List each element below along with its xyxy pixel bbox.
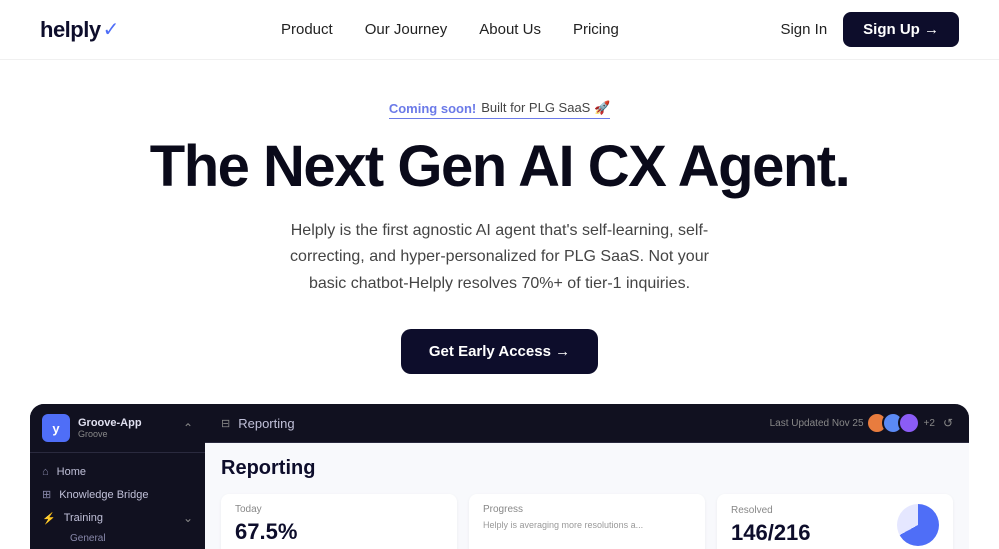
navbar: helply✓ Product Our Journey About Us Pri…: [0, 0, 999, 60]
hero-description: Helply is the first agnostic AI agent th…: [270, 218, 730, 297]
sidebar-home-label: Home: [57, 466, 86, 478]
sidebar-knowledge-label: Knowledge Bridge: [59, 489, 148, 501]
sidebar-header: y Groove-App Groove ⌃: [30, 404, 205, 453]
training-icon: ⚡: [42, 512, 56, 525]
nav-links: Product Our Journey About Us Pricing: [281, 21, 619, 38]
hero-title: The Next Gen AI CX Agent.: [150, 137, 849, 198]
sign-in-link[interactable]: Sign In: [780, 21, 827, 38]
main-body: Reporting Today 67.5% Progress Helply is…: [205, 443, 969, 549]
nav-about-us[interactable]: About Us: [479, 21, 541, 38]
sidebar-app-info: Groove-App Groove: [78, 417, 142, 439]
sidebar-item-training[interactable]: ⚡ Training ⌄: [30, 506, 205, 530]
last-updated-text: Last Updated Nov 25: [770, 418, 864, 429]
main-topbar: ⊟ Reporting Last Updated Nov 25 +2 ↺: [205, 404, 969, 443]
resolved-donut-chart: [897, 504, 939, 546]
hero-section: Coming soon! Built for PLG SaaS 🚀 The Ne…: [0, 60, 999, 404]
reporting-title: Reporting: [221, 457, 953, 480]
sidebar-nav: ⌂ Home ⊞ Knowledge Bridge ⚡ Training ⌄ G…: [30, 453, 205, 549]
nav-pricing[interactable]: Pricing: [573, 21, 619, 38]
topbar-left: ⊟ Reporting: [221, 416, 295, 431]
nav-product[interactable]: Product: [281, 21, 333, 38]
progress-desc: Helply is averaging more resolutions a..…: [483, 519, 691, 532]
sidebar: y Groove-App Groove ⌃ ⌂ Home ⊞ Knowledge…: [30, 404, 205, 549]
nav-our-journey[interactable]: Our Journey: [365, 21, 448, 38]
resolved-info: Resolved 146/216: [731, 505, 887, 546]
coming-soon-badge: Coming soon! Built for PLG SaaS 🚀: [389, 100, 610, 119]
resolved-value: 146/216: [731, 520, 887, 546]
sidebar-app-icon: y: [42, 414, 70, 442]
sidebar-item-knowledge-bridge[interactable]: ⊞ Knowledge Bridge: [30, 483, 205, 506]
sidebar-item-home[interactable]: ⌂ Home: [30, 461, 205, 483]
resolved-label: Resolved: [731, 505, 887, 516]
training-chevron-icon: ⌄: [183, 511, 193, 525]
sidebar-app-sub: Groove: [78, 429, 142, 439]
coming-soon-text: Coming soon!: [389, 101, 476, 116]
avatar-plus-count: +2: [924, 418, 935, 429]
sidebar-app-name: Groove-App: [78, 417, 142, 429]
topbar-title: Reporting: [238, 416, 294, 431]
logo-text: helply: [40, 17, 101, 43]
training-label-group: ⚡ Training: [42, 512, 103, 525]
topbar-right: Last Updated Nov 25 +2 ↺: [770, 412, 953, 434]
today-label: Today: [235, 504, 443, 515]
sidebar-chevron-icon: ⌃: [183, 421, 193, 435]
sidebar-training-label: Training: [64, 512, 103, 524]
avatar-3: [898, 412, 920, 434]
today-value: 67.5%: [235, 519, 443, 545]
progress-label: Progress: [483, 504, 691, 515]
badge-rest-text: Built for PLG SaaS 🚀: [481, 100, 610, 116]
sign-up-button[interactable]: Sign Up →: [843, 12, 959, 47]
dashboard-preview: y Groove-App Groove ⌃ ⌂ Home ⊞ Knowledge…: [30, 404, 969, 549]
sidebar-sub-items: General Guidelines: [30, 530, 205, 549]
home-icon: ⌂: [42, 466, 49, 478]
sidebar-item-general[interactable]: General: [58, 530, 205, 547]
avatar-group: +2: [872, 412, 935, 434]
refresh-icon[interactable]: ↺: [943, 416, 953, 430]
main-content: ⊟ Reporting Last Updated Nov 25 +2 ↺ Rep…: [205, 404, 969, 549]
cta-button[interactable]: Get Early Access →: [401, 329, 598, 374]
reporting-icon: ⊟: [221, 417, 230, 430]
nav-right: Sign In Sign Up →: [780, 12, 959, 47]
logo-check-icon: ✓: [103, 17, 120, 42]
knowledge-bridge-icon: ⊞: [42, 488, 51, 501]
sidebar-logo-area: y Groove-App Groove: [42, 414, 142, 442]
logo: helply✓: [40, 17, 119, 43]
